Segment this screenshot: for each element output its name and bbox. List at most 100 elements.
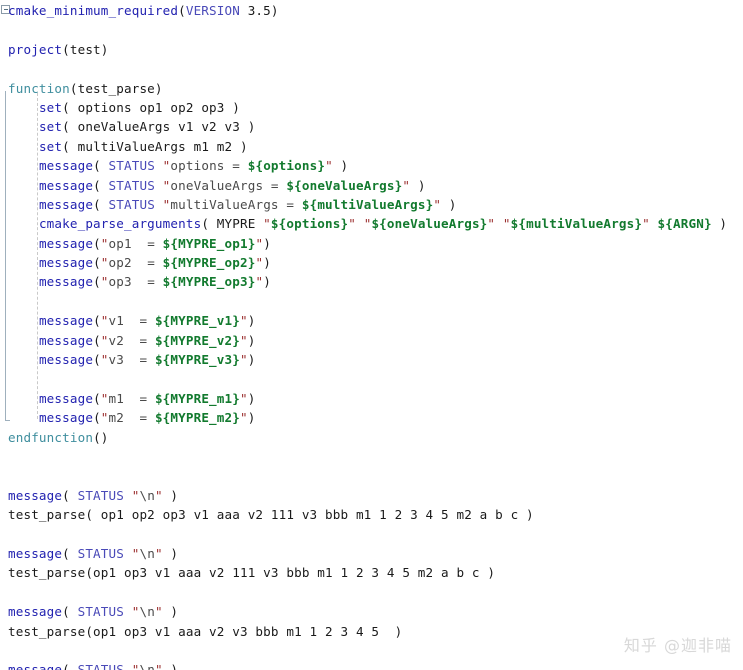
code-line[interactable] <box>0 525 743 544</box>
code-line-text: test_parse(op1 op3 v1 aaa v2 v3 bbb m1 1… <box>0 622 402 641</box>
code-token-str: \n <box>139 487 155 503</box>
code-token-kw: VERSION <box>185 3 240 18</box>
code-token-plain: ) <box>263 255 271 271</box>
code-line[interactable]: set( options op1 op2 op3 ) <box>0 98 743 117</box>
code-line[interactable]: endfunction() <box>0 428 743 447</box>
code-text-area[interactable]: cmake_minimum_required(VERSION 3.5) proj… <box>0 0 743 670</box>
code-token-cmd: message <box>8 487 63 503</box>
code-token-cmd: message <box>38 410 94 426</box>
code-line[interactable] <box>0 369 743 388</box>
code-token-quote: " <box>642 216 650 232</box>
code-token-plain: ) <box>263 274 271 290</box>
code-line[interactable]: message("op2 = ${MYPRE_op2}") <box>0 253 743 272</box>
code-line-text: project(test) <box>0 40 109 59</box>
code-token-var: ${multiValueArgs} <box>301 196 434 212</box>
code-token-kw: STATUS <box>108 158 155 174</box>
code-line[interactable]: project(test) <box>0 40 743 59</box>
code-line-text: message("m1 = ${MYPRE_m1}") <box>0 389 255 408</box>
code-line[interactable] <box>0 59 743 78</box>
watermark: 知乎 @迦非喵 <box>623 636 732 655</box>
code-token-plain: ( <box>93 352 101 368</box>
code-token-str: v3 = <box>108 352 155 368</box>
code-line[interactable]: message("v1 = ${MYPRE_v1}") <box>0 311 743 330</box>
code-line[interactable]: function(test_parse) <box>0 79 743 98</box>
code-line[interactable] <box>0 292 743 311</box>
code-token-str: m2 = <box>108 410 155 426</box>
code-token-quote: " <box>100 313 109 329</box>
code-line[interactable]: cmake_minimum_required(VERSION 3.5) <box>0 1 743 20</box>
code-line[interactable]: message( STATUS "\n" ) <box>0 544 743 563</box>
code-line[interactable]: message("v3 = ${MYPRE_v3}") <box>0 350 743 369</box>
code-line[interactable]: message("v2 = ${MYPRE_v2}") <box>0 331 743 350</box>
code-token-plain: ( <box>62 604 78 620</box>
code-token-plain: ( <box>93 410 101 426</box>
code-token-plain: ( <box>62 662 78 670</box>
code-line[interactable] <box>0 583 743 602</box>
code-line[interactable]: message("op1 = ${MYPRE_op1}") <box>0 234 743 253</box>
code-token-quote: " <box>100 235 109 251</box>
code-token-plain: ( <box>93 274 101 290</box>
code-line[interactable] <box>0 466 743 485</box>
code-line[interactable]: set( oneValueArgs v1 v2 v3 ) <box>0 117 743 136</box>
code-line[interactable]: message("m2 = ${MYPRE_m2}") <box>0 408 743 427</box>
code-token-plain: ) <box>162 545 179 561</box>
code-token-blk: function <box>8 80 70 96</box>
code-line-text: test_parse( op1 op2 op3 v1 aaa v2 111 v3… <box>0 505 534 524</box>
code-token-cmd: message <box>8 662 63 670</box>
code-line[interactable]: cmake_parse_arguments( MYPRE "${options}… <box>0 214 743 233</box>
code-line[interactable]: test_parse( op1 op2 op3 v1 aaa v2 111 v3… <box>0 505 743 524</box>
code-line-text: set( options op1 op2 op3 ) <box>0 98 240 117</box>
code-line[interactable]: message( STATUS "options = ${options}" ) <box>0 156 743 175</box>
code-line-text: set( multiValueArgs m1 m2 ) <box>0 137 248 156</box>
code-line[interactable] <box>0 447 743 466</box>
code-token-cmd: set <box>38 138 63 154</box>
code-token-var: ${MYPRE_op3} <box>162 274 256 290</box>
code-token-quote: " <box>502 216 511 232</box>
code-token-plain: ( multiValueArgs m1 m2 ) <box>62 138 248 154</box>
code-token-plain: ( <box>62 545 78 561</box>
code-token-str: op2 = <box>108 255 163 271</box>
code-token-quote: " <box>100 352 109 368</box>
code-line-text: message("v2 = ${MYPRE_v2}") <box>0 331 255 350</box>
code-line[interactable]: message("m1 = ${MYPRE_m1}") <box>0 389 743 408</box>
code-token-cmd: message <box>38 196 94 212</box>
code-token-plain: (test) <box>62 41 109 57</box>
code-line[interactable] <box>0 20 743 39</box>
code-line[interactable]: message("op3 = ${MYPRE_op3}") <box>0 272 743 291</box>
code-token-quote: " <box>433 196 442 212</box>
code-token-var: ${multiValueArgs} <box>510 216 643 232</box>
code-token-plain: ( <box>93 255 101 271</box>
code-token-quote: " <box>240 390 248 406</box>
code-token-str: op3 = <box>108 274 163 290</box>
code-line-text: cmake_minimum_required(VERSION 3.5) <box>0 1 279 20</box>
code-token-cmd: message <box>38 255 94 271</box>
code-token-plain: ) <box>162 487 179 503</box>
code-token-quote: " <box>100 390 109 406</box>
code-token-plain: ( <box>93 235 101 251</box>
code-editor[interactable]: cmake_minimum_required(VERSION 3.5) proj… <box>0 0 743 670</box>
code-token-plain: 3.5) <box>239 3 279 18</box>
code-token-plain: ( <box>62 487 78 503</box>
code-line[interactable]: message( STATUS "\n" ) <box>0 602 743 621</box>
code-line[interactable]: message( STATUS " oneValueArgs = ${oneVal… <box>0 176 743 195</box>
code-token-cmd: message <box>38 332 94 348</box>
code-token-quote: " <box>240 313 248 329</box>
code-token-quote: " <box>263 216 271 232</box>
code-line[interactable]: message( STATUS "\n" ) <box>0 486 743 505</box>
code-line[interactable]: message( STATUS " multiValueArgs = ${mult… <box>0 195 743 214</box>
code-line[interactable]: message( STATUS "\n" ) <box>0 660 743 670</box>
code-line[interactable]: test_parse(op1 op3 v1 aaa v2 111 v3 bbb … <box>0 563 743 582</box>
code-line[interactable]: set( multiValueArgs m1 m2 ) <box>0 137 743 156</box>
code-token-str: m1 = <box>108 390 155 406</box>
